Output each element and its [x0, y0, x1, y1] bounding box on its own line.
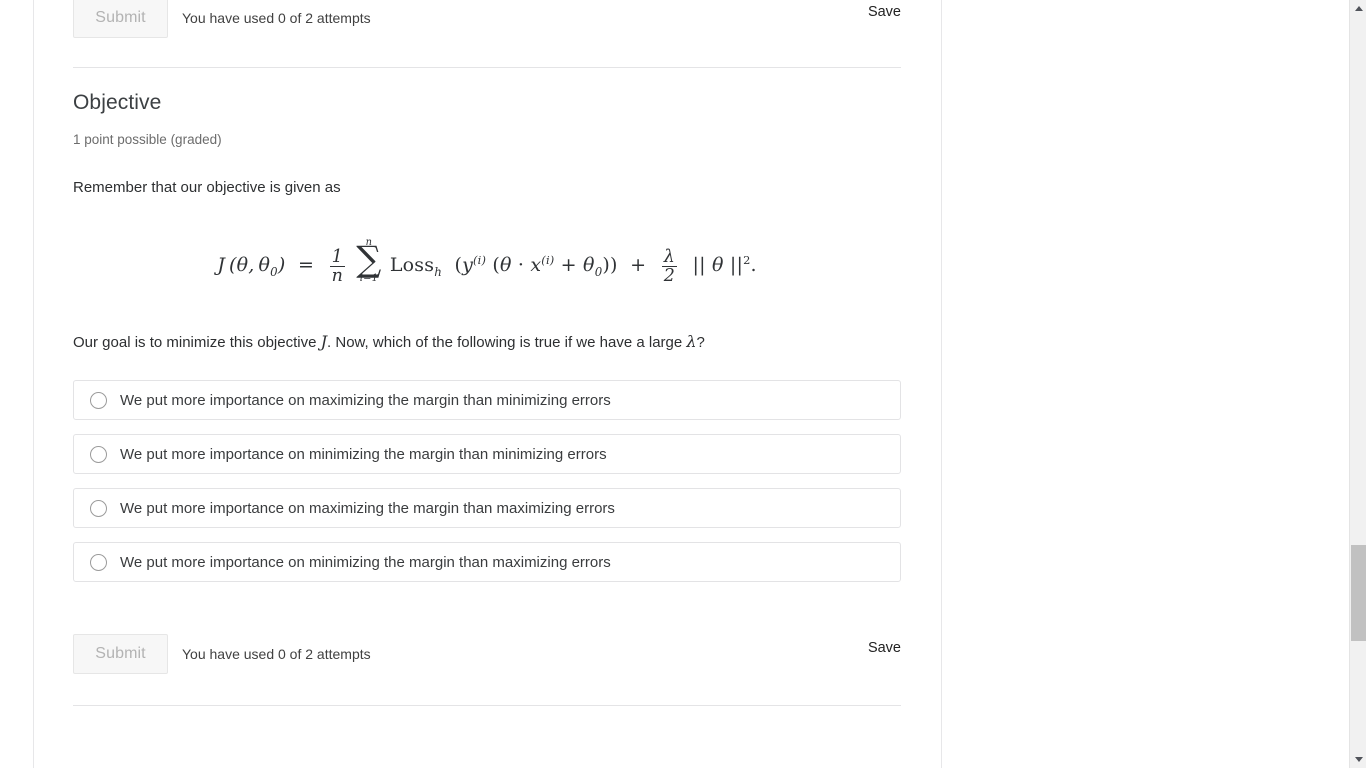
- points-possible-label: 1 point possible (graded): [73, 132, 222, 147]
- answer-choice-2[interactable]: We put more importance on minimizing the…: [73, 434, 901, 475]
- scroll-down-arrow-icon[interactable]: [1350, 751, 1366, 768]
- divider-top: [73, 67, 901, 68]
- radio-button-icon[interactable]: [90, 499, 107, 517]
- question-text-part1: Our goal is to minimize this objective: [73, 334, 321, 352]
- submit-button-top[interactable]: Submit: [73, 0, 168, 38]
- answer-choice-label: We put more importance on maximizing the…: [120, 499, 615, 517]
- page-root: Submit You have used 0 of 2 attempts Sav…: [0, 0, 1366, 768]
- answer-choice-label: We put more importance on minimizing the…: [120, 445, 607, 463]
- radio-button-icon[interactable]: [90, 391, 107, 409]
- main-content-column: Submit You have used 0 of 2 attempts Sav…: [34, 0, 941, 768]
- top-submit-row: Submit You have used 0 of 2 attempts Sav…: [73, 0, 901, 40]
- answer-choice-label: We put more importance on minimizing the…: [120, 553, 611, 571]
- question-symbol-lambda: λ: [686, 332, 697, 352]
- content-inner: Submit You have used 0 of 2 attempts Sav…: [73, 0, 901, 707]
- divider-bottom: [73, 705, 901, 707]
- radio-button-icon[interactable]: [90, 553, 107, 571]
- question-text-part2: . Now, which of the following is true if…: [327, 334, 687, 352]
- submit-button-bottom[interactable]: Submit: [73, 634, 168, 675]
- save-button-top[interactable]: Save: [868, 4, 901, 20]
- scroll-up-arrow-icon[interactable]: [1350, 0, 1366, 17]
- scrollbar-thumb[interactable]: [1351, 545, 1366, 641]
- answer-choice-list: We put more importance on maximizing the…: [73, 380, 901, 583]
- objective-formula: J (θ, θ0) = 1n n ∑ i=1 Lossh (y(i) (θ · x(…: [217, 237, 757, 287]
- attempts-text-top: You have used 0 of 2 attempts: [182, 10, 371, 26]
- save-button-bottom[interactable]: Save: [868, 640, 901, 656]
- problem-intro-text: Remember that our objective is given as: [73, 178, 341, 196]
- question-text-part3: ?: [696, 334, 705, 352]
- answer-choice-1[interactable]: We put more importance on maximizing the…: [73, 380, 901, 421]
- answer-choice-3[interactable]: We put more importance on maximizing the…: [73, 488, 901, 529]
- page-title: Objective: [73, 91, 162, 114]
- answer-choice-label: We put more importance on maximizing the…: [120, 391, 611, 409]
- vertical-scrollbar[interactable]: [1349, 0, 1366, 768]
- question-text: Our goal is to minimize this objective J…: [73, 330, 901, 354]
- content-column-right-border: [941, 0, 942, 768]
- attempts-text-bottom: You have used 0 of 2 attempts: [182, 646, 371, 663]
- radio-button-icon[interactable]: [90, 445, 107, 463]
- bottom-submit-row: Submit You have used 0 of 2 attempts Sav…: [73, 632, 901, 676]
- answer-choice-4[interactable]: We put more importance on minimizing the…: [73, 542, 901, 583]
